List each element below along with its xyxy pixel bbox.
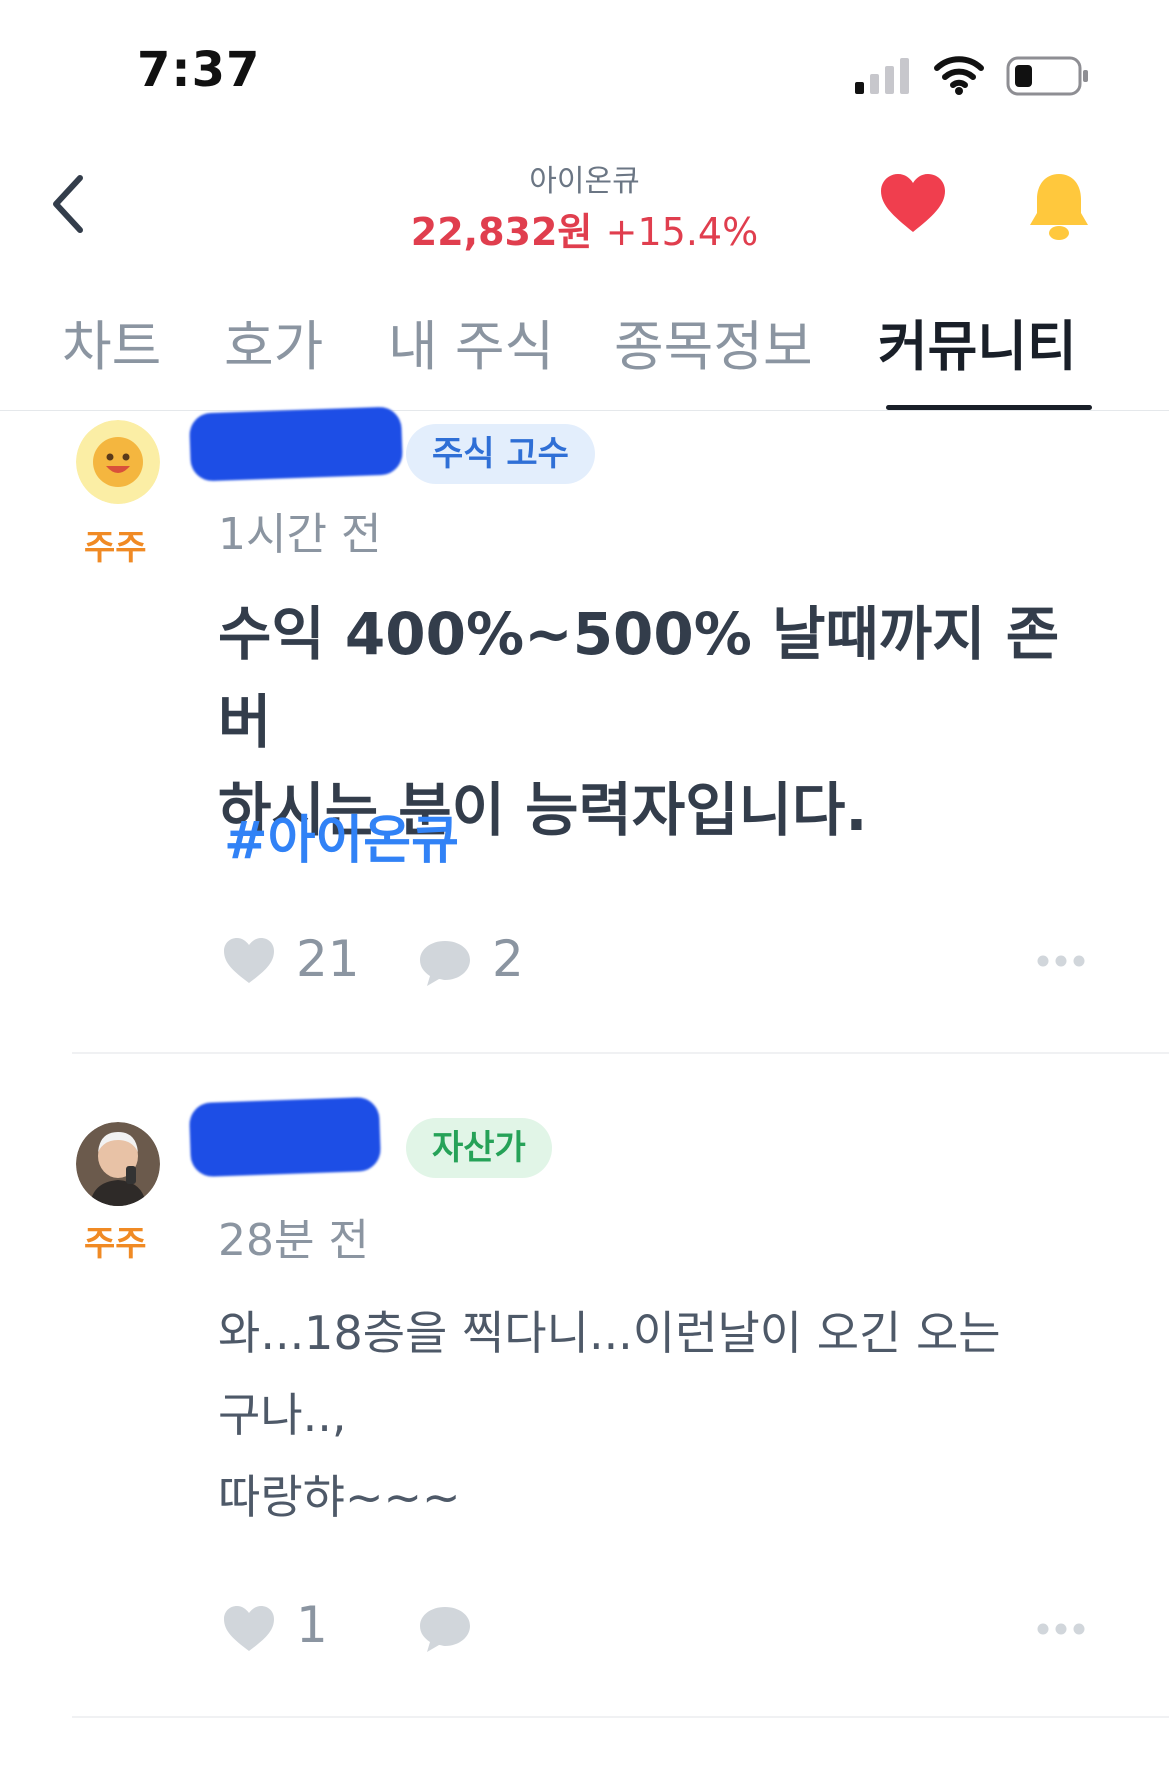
wifi-icon [934, 56, 984, 95]
stock-change: +15.4% [605, 210, 759, 254]
post-time: 28분 전 [218, 1215, 369, 1266]
post-divider [72, 1052, 1169, 1054]
user-badge: 주식 고수 [406, 424, 595, 484]
cellular-signal-icon [855, 58, 909, 94]
community-post[interactable]: 주주 자산가 28분 전 와...18층을 찍다니...이런날이 오긴 오는 구… [0, 1096, 1169, 1710]
comment-bubble-icon[interactable] [418, 1604, 472, 1654]
smiley-avatar-icon[interactable] [76, 420, 160, 504]
stock-price: 22,832원 [410, 210, 593, 254]
like-count: 1 [296, 1596, 328, 1654]
hashtag-link[interactable]: #아이온큐 [224, 798, 459, 873]
favorite-heart-icon[interactable] [878, 172, 948, 236]
holder-label: 주주 [84, 528, 147, 568]
tab-stock-info[interactable]: 종목정보 [614, 302, 813, 381]
community-post[interactable]: 주주 주식 고수 1시간 전 수익 400%~500% 날때까지 존버 하시는 … [0, 406, 1169, 1050]
like-heart-icon[interactable] [222, 1604, 276, 1654]
tab-community[interactable]: 커뮤니티 [878, 302, 1077, 381]
stock-price-line: 22,832원 +15.4% [0, 201, 1169, 256]
more-options-icon[interactable] [1036, 1622, 1086, 1636]
profile-photo-avatar[interactable] [76, 1122, 160, 1206]
post-title-line: 수익 400%~500% 날때까지 존버 [218, 600, 1060, 756]
post-divider [72, 1716, 1169, 1718]
redacted-username [188, 406, 404, 482]
like-heart-icon[interactable] [222, 936, 276, 986]
tab-my-stock[interactable]: 내 주식 [388, 302, 554, 381]
post-body-line: 와...18층을 찍다니...이런날이 오긴 오는 [218, 1306, 1001, 1360]
comment-count: 2 [492, 930, 524, 988]
post-body: 와...18층을 찍다니...이런날이 오긴 오는 구나.., 따랑햐~~~ [218, 1292, 1098, 1538]
like-count: 21 [296, 930, 360, 988]
more-options-icon[interactable] [1036, 954, 1086, 968]
redacted-username [188, 1096, 382, 1178]
tab-chart[interactable]: 차트 [62, 302, 161, 381]
comment-bubble-icon[interactable] [418, 938, 472, 988]
post-body-line: 구나.., [218, 1388, 347, 1442]
notification-bell-icon[interactable] [1026, 170, 1092, 242]
stock-name: 아이온큐 [529, 164, 640, 199]
status-time: 7:37 [137, 42, 261, 98]
holder-label: 주주 [84, 1224, 147, 1264]
user-badge: 자산가 [406, 1118, 552, 1178]
post-time: 1시간 전 [218, 509, 382, 560]
tab-orderbook[interactable]: 호가 [224, 302, 323, 381]
post-body-line: 따랑햐~~~ [218, 1470, 461, 1524]
battery-icon [1006, 56, 1088, 96]
